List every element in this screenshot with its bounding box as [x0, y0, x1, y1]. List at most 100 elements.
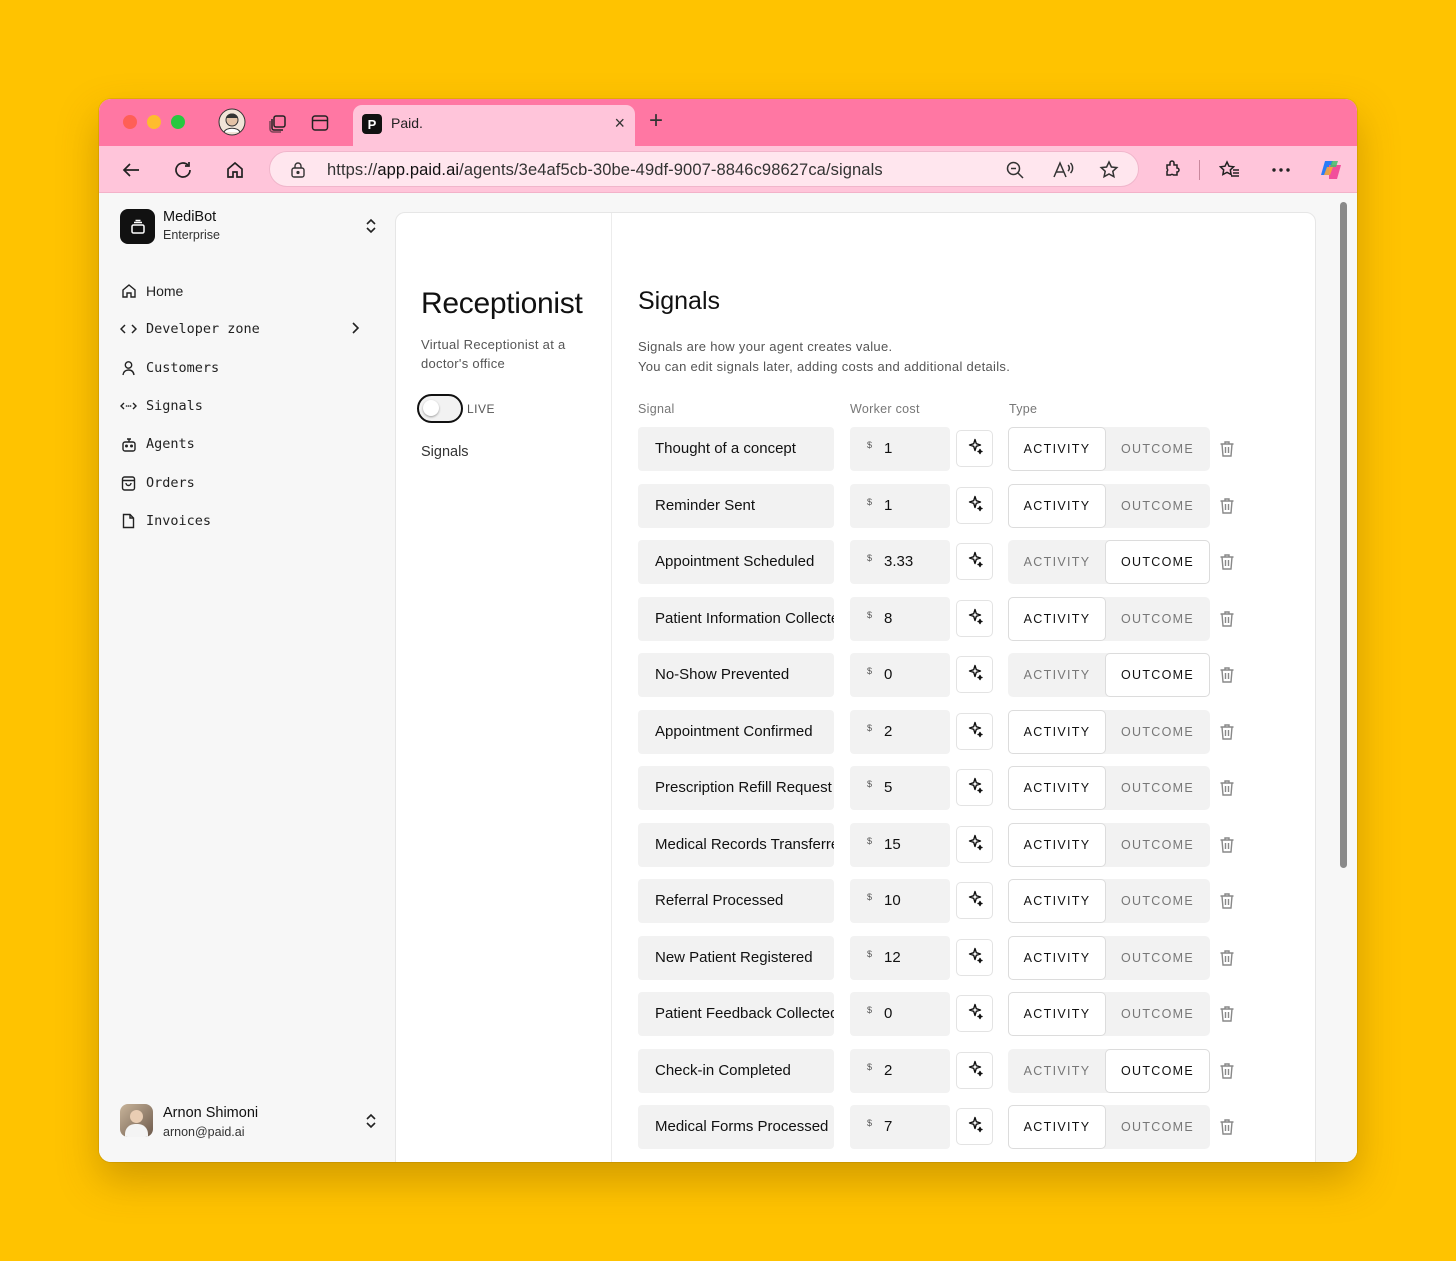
live-toggle[interactable] — [417, 394, 463, 423]
signal-name-field[interactable]: Check-in Completed — [638, 1048, 834, 1093]
type-activity-button[interactable]: ACTIVITY — [1008, 653, 1106, 697]
worker-cost-field[interactable]: $12 — [850, 935, 950, 980]
more-options-icon[interactable] — [1268, 157, 1294, 183]
home-icon[interactable] — [222, 157, 248, 183]
tab-actions-icon[interactable] — [307, 110, 333, 136]
worker-cost-field[interactable]: $1 — [850, 427, 950, 471]
ai-suggest-button[interactable] — [956, 1051, 993, 1089]
signal-name-field[interactable]: New Patient Registered — [638, 935, 834, 980]
type-outcome-button[interactable]: OUTCOME — [1105, 1048, 1210, 1093]
type-outcome-button[interactable]: OUTCOME — [1105, 879, 1210, 923]
ai-suggest-button[interactable] — [956, 712, 993, 750]
type-activity-button[interactable]: ACTIVITY — [1008, 879, 1106, 923]
worker-cost-field[interactable]: $8 — [850, 596, 950, 641]
worker-cost-field[interactable]: $3.33 — [850, 540, 950, 584]
sidebar-item-home[interactable]: Home — [120, 272, 360, 310]
signal-name-field[interactable]: No-Show Prevented — [638, 653, 834, 697]
chevron-up-down-icon[interactable] — [360, 215, 382, 237]
type-activity-button[interactable]: ACTIVITY — [1008, 483, 1106, 528]
type-activity-button[interactable]: ACTIVITY — [1008, 1049, 1106, 1093]
zoom-out-icon[interactable] — [1004, 159, 1026, 181]
signal-name-field[interactable]: Reminder Sent — [638, 483, 834, 528]
trash-icon[interactable] — [1218, 835, 1236, 855]
type-activity-button[interactable]: ACTIVITY — [1008, 766, 1106, 810]
type-activity-button[interactable]: ACTIVITY — [1008, 1105, 1106, 1149]
worker-cost-field[interactable]: $1 — [850, 483, 950, 528]
type-outcome-button[interactable]: OUTCOME — [1105, 427, 1210, 471]
profile-avatar-icon[interactable] — [217, 107, 247, 137]
signal-name-field[interactable]: Patient Feedback Collected — [638, 992, 834, 1036]
chevron-up-down-icon[interactable] — [360, 1110, 382, 1132]
sidebar-item-developer-zone[interactable]: Developer zone — [120, 310, 360, 348]
type-outcome-button[interactable]: OUTCOME — [1105, 766, 1210, 810]
trash-icon[interactable] — [1218, 778, 1236, 798]
trash-icon[interactable] — [1218, 552, 1236, 572]
sidebar-item-agents[interactable]: Agents — [120, 425, 360, 463]
worker-cost-field[interactable]: $10 — [850, 879, 950, 923]
trash-icon[interactable] — [1218, 496, 1236, 516]
trash-icon[interactable] — [1218, 891, 1236, 911]
minimize-window-button[interactable] — [147, 115, 161, 129]
org-switcher[interactable]: MediBot Enterprise — [120, 209, 376, 245]
sidebar-item-orders[interactable]: Orders — [120, 463, 360, 501]
signal-name-field[interactable]: Referral Processed — [638, 879, 834, 923]
ai-suggest-button[interactable] — [956, 430, 993, 467]
type-activity-button[interactable]: ACTIVITY — [1008, 709, 1106, 754]
ai-suggest-button[interactable] — [956, 938, 993, 976]
new-tab-icon[interactable]: + — [649, 107, 663, 135]
chevron-right-icon[interactable] — [350, 321, 360, 340]
type-activity-button[interactable]: ACTIVITY — [1008, 596, 1106, 641]
sidebar-item-signals[interactable]: Signals — [120, 387, 360, 425]
url-text[interactable]: https://app.paid.ai/agents/3e4af5cb-30be… — [327, 161, 883, 180]
type-outcome-button[interactable]: OUTCOME — [1105, 484, 1210, 528]
maximize-window-button[interactable] — [171, 115, 185, 129]
type-activity-button[interactable]: ACTIVITY — [1008, 427, 1106, 471]
ai-suggest-button[interactable] — [956, 825, 993, 863]
workspaces-icon[interactable] — [265, 110, 291, 136]
worker-cost-field[interactable]: $0 — [850, 992, 950, 1036]
signal-name-field[interactable]: Appointment Scheduled — [638, 540, 834, 584]
scrollbar-thumb[interactable] — [1340, 202, 1347, 868]
signal-name-field[interactable]: Appointment Confirmed — [638, 709, 834, 754]
signal-name-field[interactable]: Medical Forms Processed — [638, 1105, 834, 1149]
page-scrollbar[interactable] — [1335, 193, 1357, 1162]
type-outcome-button[interactable]: OUTCOME — [1105, 936, 1210, 980]
back-arrow-icon[interactable] — [118, 157, 144, 183]
worker-cost-field[interactable]: $0 — [850, 653, 950, 697]
ai-suggest-button[interactable] — [956, 1108, 993, 1145]
close-window-button[interactable] — [123, 115, 137, 129]
worker-cost-field[interactable]: $5 — [850, 766, 950, 810]
type-activity-button[interactable]: ACTIVITY — [1008, 822, 1106, 867]
favorites-list-icon[interactable] — [1217, 157, 1243, 183]
copilot-icon[interactable] — [1318, 157, 1344, 183]
active-tab[interactable]: P Paid. × — [353, 105, 635, 146]
type-activity-button[interactable]: ACTIVITY — [1008, 540, 1106, 584]
read-aloud-icon[interactable] — [1052, 159, 1074, 181]
trash-icon[interactable] — [1218, 722, 1236, 742]
trash-icon[interactable] — [1218, 1004, 1236, 1024]
type-outcome-button[interactable]: OUTCOME — [1105, 597, 1210, 641]
worker-cost-field[interactable]: $15 — [850, 822, 950, 867]
worker-cost-field[interactable]: $2 — [850, 1048, 950, 1093]
ai-suggest-button[interactable] — [956, 656, 993, 693]
signal-name-field[interactable]: Medical Records Transferred — [638, 822, 834, 867]
close-tab-icon[interactable]: × — [614, 113, 625, 134]
signal-name-field[interactable]: Thought of a concept — [638, 427, 834, 471]
type-outcome-button[interactable]: OUTCOME — [1105, 992, 1210, 1036]
sidebar-item-invoices[interactable]: Invoices — [120, 502, 360, 540]
user-menu[interactable]: Arnon Shimoni arnon@paid.ai — [120, 1101, 376, 1141]
ai-suggest-button[interactable] — [956, 599, 993, 637]
type-activity-button[interactable]: ACTIVITY — [1008, 992, 1106, 1036]
type-outcome-button[interactable]: OUTCOME — [1105, 823, 1210, 867]
sidebar-item-customers[interactable]: Customers — [120, 349, 360, 387]
type-activity-button[interactable]: ACTIVITY — [1008, 935, 1106, 980]
type-outcome-button[interactable]: OUTCOME — [1105, 653, 1210, 697]
trash-icon[interactable] — [1218, 1117, 1236, 1137]
ai-suggest-button[interactable] — [956, 486, 993, 524]
trash-icon[interactable] — [1218, 948, 1236, 968]
address-bar[interactable]: https://app.paid.ai/agents/3e4af5cb-30be… — [269, 151, 1139, 187]
ai-suggest-button[interactable] — [956, 995, 993, 1032]
reload-icon[interactable] — [170, 157, 196, 183]
subnav-signals-link[interactable]: Signals — [421, 444, 469, 460]
extensions-icon[interactable] — [1159, 157, 1185, 183]
